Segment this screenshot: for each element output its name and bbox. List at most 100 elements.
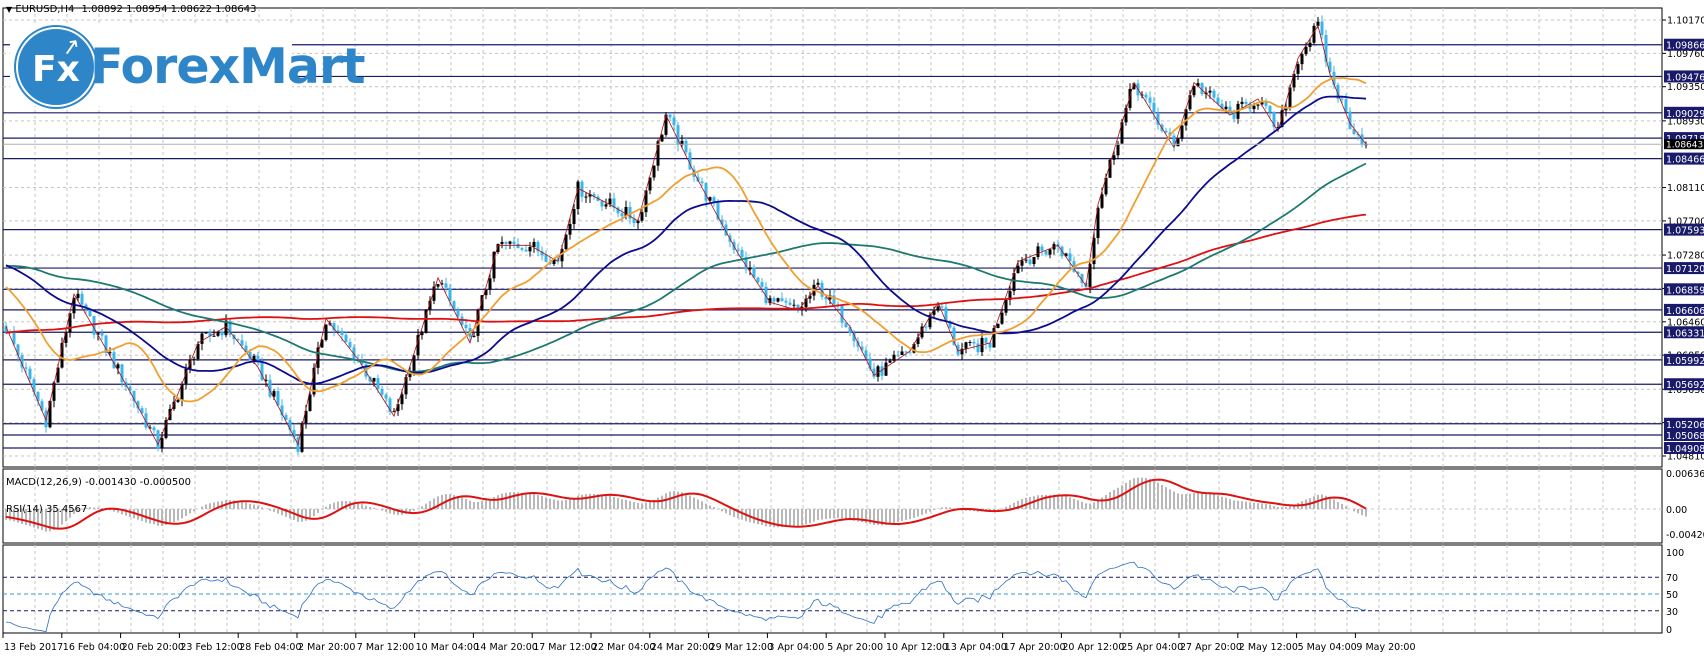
candle-bullish [888,360,892,363]
candle-bullish [1296,64,1300,74]
candle-bearish [1268,105,1272,113]
level-price-label: 1.05068 [1666,431,1704,442]
candle-bearish [256,355,260,361]
candle-bearish [704,183,708,201]
candle-bearish [464,324,468,329]
candle-bearish [1068,253,1072,262]
time-axis-label: 5 May 04:00 [1298,642,1357,653]
candle-bullish [1020,260,1024,266]
candle-bullish [164,420,168,438]
candle-bearish [672,117,676,126]
candle-bullish [412,355,416,373]
candle-bearish [1320,21,1324,36]
time-axis-label: 3 Apr 04:00 [768,642,824,653]
candle-bearish [1244,101,1248,104]
candle-bearish [984,337,988,343]
candle-bullish [816,282,820,285]
time-axis-label: 17 Apr 20:00 [1004,642,1066,653]
candle-bullish [1304,46,1308,55]
time-axis-label: 13 Feb 2017 [4,642,63,653]
candle-bearish [24,367,28,369]
candle-bearish [740,249,744,258]
symbol-label: EURUSD,H4 [15,4,75,15]
macd-axis-label: -0.004208 [1666,530,1704,541]
candle-bearish [772,298,776,302]
time-axis-label: 20 Apr 12:00 [1062,642,1124,653]
time-axis-label: 10 Mar 04:00 [416,642,479,653]
candle-bearish [580,181,584,197]
candle-bearish [600,200,604,207]
candle-bullish [968,341,972,343]
triangle-down-icon[interactable]: ▼ [6,5,12,14]
candle-bearish [976,343,980,353]
time-axis-label: 9 May 20:00 [1356,642,1415,653]
candle-bearish [956,344,960,355]
candle-bullish [252,355,256,361]
candle-bearish [1040,246,1044,251]
rsi-panel-frame [2,544,1663,634]
candle-bearish [1344,99,1348,112]
time-axis-label: 24 Mar 20:00 [651,642,714,653]
candle-bullish [1180,125,1184,139]
candle-bullish [568,224,572,235]
candle-bearish [520,248,524,250]
candle-bearish [620,213,624,217]
rsi-label: RSI(14) 35.4567 [6,504,88,515]
candle-bullish [436,284,440,287]
candle-bullish [1048,249,1052,255]
current-price-label: 1.08643 [1666,141,1703,151]
candle-bullish [48,400,52,428]
time-axis-label: 13 Apr 04:00 [945,642,1007,653]
level-price-label: 1.06331 [1666,328,1704,339]
candle-bearish [384,394,388,399]
candle-bullish [572,209,576,225]
candle-bullish [1308,42,1312,47]
candle-bullish [1016,265,1020,274]
candle-bullish [192,359,196,361]
price-axis-label: 1.08110 [1667,183,1704,194]
ohlc-values: 1.08892 1.08954 1.08622 1.08643 [81,4,257,15]
time-axis-label: 25 Apr 04:00 [1121,642,1183,653]
candle-bearish [1148,97,1152,103]
candle-bullish [108,352,112,354]
candle-bullish [1036,246,1040,258]
candle-bullish [1100,194,1104,208]
candle-bullish [472,335,476,337]
candle-bearish [92,316,96,335]
level-price-label: 1.07593 [1666,226,1704,237]
time-axis-label: 2 May 12:00 [1239,642,1298,653]
candle-bearish [240,340,244,346]
candle-bearish [1144,94,1148,98]
candle-bullish [212,335,216,337]
candle-bearish [344,334,348,343]
candle-bullish [508,241,512,244]
candle-bearish [1264,102,1268,106]
level-price-label: 1.07120 [1666,264,1704,275]
time-axis-label: 16 Feb 04:00 [63,642,125,653]
level-price-label: 1.09029 [1666,109,1704,120]
candle-bearish [340,331,344,335]
candle-bearish [684,140,688,153]
candle-bearish [80,293,84,305]
level-price-label: 1.06859 [1666,285,1704,296]
price-axis-label: 1.09350 [1667,82,1704,93]
candle-bearish [736,249,740,251]
candle-bullish [1192,86,1196,96]
candle-bullish [160,437,164,449]
price-axis-label: 1.10170 [1667,16,1704,27]
candle-bearish [376,378,380,390]
candle-bullish [1024,259,1028,261]
level-price-label: 1.09866 [1666,41,1704,52]
candle-bearish [668,114,672,118]
logo-text: ForexMart [90,38,366,95]
candle-bearish [756,277,760,283]
candle-bearish [788,302,792,305]
candle-bullish [748,267,752,270]
candle-bullish [76,293,80,298]
candle-bearish [352,347,356,360]
candle-bearish [380,389,384,395]
candle-bullish [936,306,940,311]
candle-bullish [576,181,580,210]
time-axis-label: 17 Mar 12:00 [533,642,596,653]
candle-bullish [500,241,504,244]
